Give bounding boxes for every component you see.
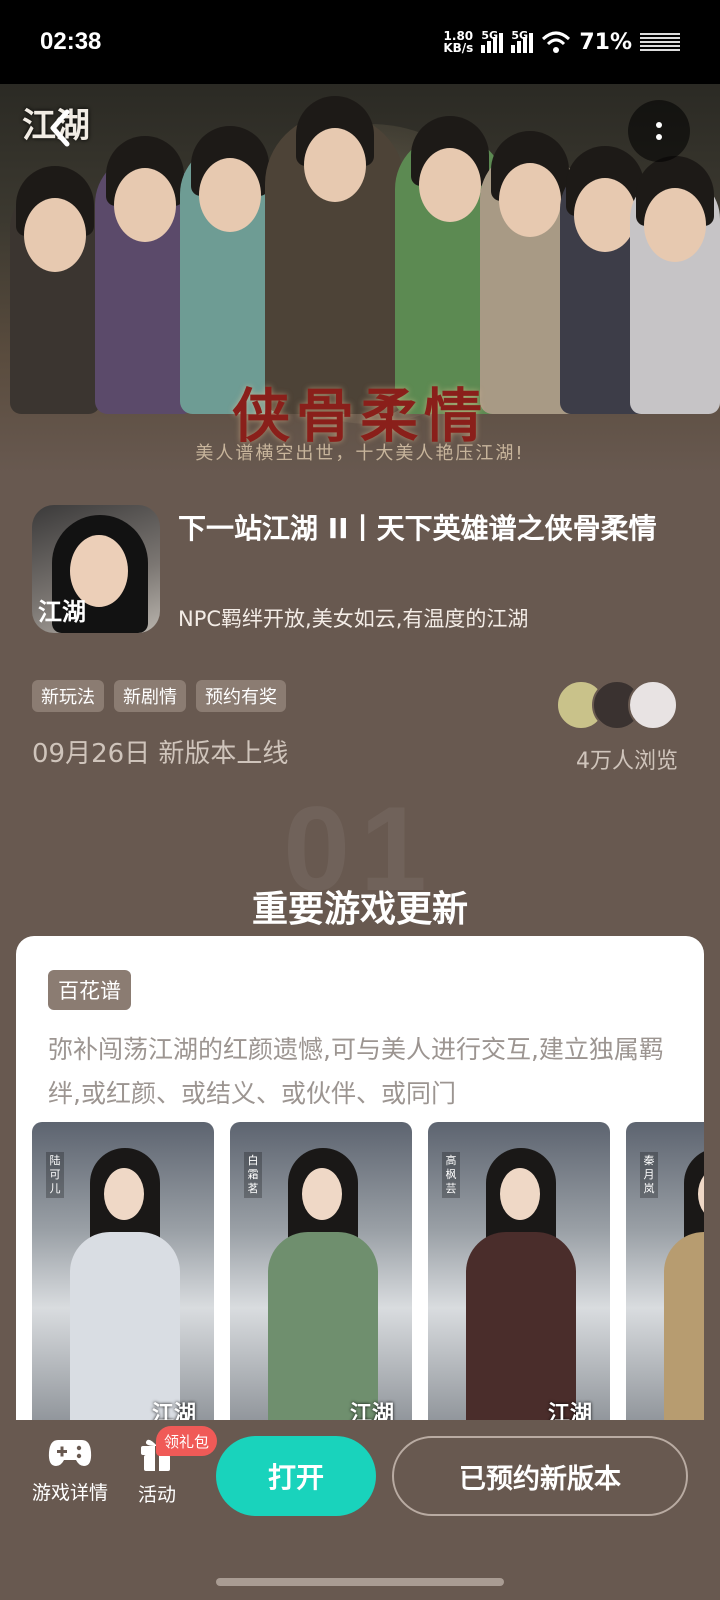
gamepad-icon	[48, 1440, 92, 1466]
status-bar: 02:38 1.80 KB/s 5G 5G 71%	[0, 0, 720, 84]
more-options-button[interactable]	[628, 100, 690, 162]
game-icon-text: 江湖	[38, 597, 86, 626]
portrait-name: 陆可儿	[46, 1152, 64, 1198]
tag-new-gameplay: 新玩法	[32, 680, 104, 712]
view-count: 4万人浏览	[576, 749, 678, 774]
home-indicator[interactable]	[216, 1578, 504, 1586]
wifi-icon	[542, 31, 571, 53]
network-speed-unit: KB/s	[443, 41, 474, 55]
open-button[interactable]: 打开	[216, 1436, 376, 1516]
battery-level: 71%	[579, 29, 632, 55]
signal-icon-2: 5G	[511, 29, 534, 53]
more-dot-icon	[656, 122, 662, 128]
signal-label-1: 5G	[481, 29, 499, 42]
bottom-action-bar: 游戏详情 活动 领礼包 打开 已预约新版本	[0, 1420, 720, 1600]
back-button[interactable]	[30, 98, 90, 158]
card-tag: 百花谱	[48, 970, 131, 1010]
activity-label: 活动	[138, 1484, 177, 1506]
portrait-card[interactable]: 秦月岚 江湖	[626, 1122, 704, 1432]
portrait-name: 秦月岚	[640, 1152, 658, 1198]
signal-icon-1: 5G	[481, 29, 504, 53]
section-title: 重要游戏更新	[251, 889, 468, 930]
game-description: NPC羁绊开放,美女如云,有温度的江湖	[178, 607, 529, 631]
game-details-label: 游戏详情	[32, 1482, 109, 1504]
avatar	[628, 680, 678, 730]
banner-subtitle: 美人谱横空出世，十大美人艳压江湖!	[195, 443, 525, 464]
hero-banner: 侠骨柔情 美人谱横空出世，十大美人艳压江湖!	[0, 84, 720, 474]
feature-tags: 新玩法 新剧情 预约有奖	[32, 680, 286, 712]
game-details-button[interactable]: 游戏详情	[32, 1436, 108, 1505]
chevron-left-icon	[50, 109, 70, 147]
portrait-carousel[interactable]: 陆可儿 江湖 白霜茗 江湖 高枫芸 江湖 秦月岚 江湖	[32, 1122, 704, 1432]
status-time: 02:38	[40, 28, 102, 55]
reserved-button[interactable]: 已预约新版本	[392, 1436, 688, 1516]
gift-badge[interactable]: 领礼包	[156, 1426, 218, 1456]
portrait-card[interactable]: 高枫芸 江湖	[428, 1122, 610, 1432]
page: 02:38 1.80 KB/s 5G 5G 71% 侠骨柔情 美人谱横空出世，十…	[0, 0, 720, 1600]
battery-icon	[640, 33, 680, 51]
portrait-name: 高枫芸	[442, 1152, 460, 1198]
tag-reservation-reward: 预约有奖	[196, 680, 286, 712]
signal-label-2: 5G	[511, 29, 529, 42]
more-dot-icon	[656, 134, 662, 140]
game-title: 下一站江湖 II丨天下英雄谱之侠骨柔情	[178, 512, 657, 545]
network-speed: 1.80 KB/s	[443, 30, 473, 54]
card-description: 弥补闯荡江湖的红颜遗憾,可与美人进行交互,建立独属羁绊,或红颜、或结义、或伙伴、…	[48, 1035, 664, 1108]
portrait-name: 白霜茗	[244, 1152, 262, 1198]
portrait-card[interactable]: 白霜茗 江湖	[230, 1122, 412, 1432]
tag-new-story: 新剧情	[114, 680, 186, 712]
viewer-avatars	[556, 680, 678, 730]
game-app-icon[interactable]: 江湖	[32, 505, 160, 633]
status-icons: 1.80 KB/s 5G 5G 71%	[443, 29, 680, 55]
portrait-card[interactable]: 陆可儿 江湖	[32, 1122, 214, 1432]
release-date: 09月26日 新版本上线	[32, 739, 289, 769]
